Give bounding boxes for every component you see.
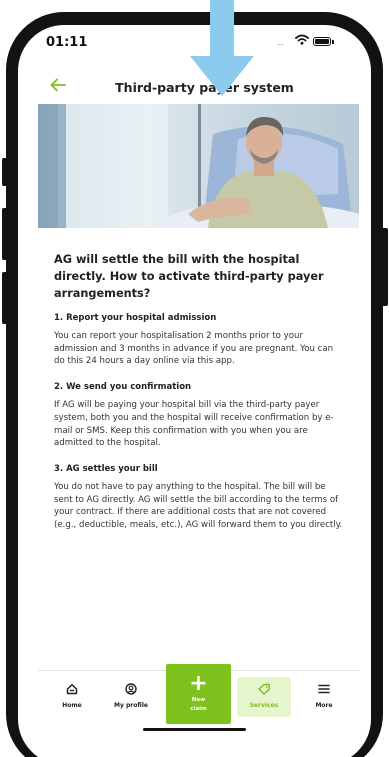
- nav-label-more: More: [315, 702, 333, 709]
- page: 01:11 .... Third-party payer system AG w…: [0, 0, 389, 757]
- step-2-body: If AG will be paying your hospital bill …: [54, 400, 334, 449]
- tag-icon: [237, 680, 291, 698]
- nav-item-services[interactable]: Services: [237, 677, 291, 717]
- step-2-heading: 2. We send you confirmation: [54, 382, 192, 393]
- home-indicator: [143, 728, 246, 731]
- step-3-body: You do not have to pay anything to the h…: [54, 481, 343, 531]
- nav-item-my-profile[interactable]: My profile: [103, 680, 159, 709]
- arrow-left-icon[interactable]: [50, 78, 66, 96]
- nav-label-home: Home: [62, 702, 82, 709]
- new-claim-label-line2: claim: [190, 706, 207, 712]
- menu-icon: [296, 680, 352, 698]
- status-time: 01:11: [46, 35, 88, 50]
- nav-label-my-profile: My profile: [114, 702, 148, 709]
- nav-item-home[interactable]: Home: [44, 680, 100, 709]
- new-claim-label-line1: New: [191, 697, 206, 703]
- step-1-heading: 1. Report your hospital admission: [54, 313, 217, 323]
- step-1-body: You can report your hospitalisation 2 mo…: [54, 331, 334, 367]
- nav-label-services: Services: [249, 702, 279, 709]
- nav-item-more[interactable]: More: [296, 680, 352, 709]
- arrow-down-icon: [190, 0, 254, 98]
- article-content: AG will settle the bill with the hospita…: [54, 251, 344, 545]
- wifi-icon: [295, 34, 309, 48]
- battery-tip: [332, 40, 334, 44]
- new-claim-button[interactable]: + New claim: [166, 664, 231, 724]
- lead-paragraph: AG will settle the bill with the hospita…: [54, 253, 324, 300]
- user-circle-icon: [103, 680, 159, 698]
- plus-icon: +: [189, 671, 208, 696]
- signal-icon: ....: [277, 38, 284, 47]
- hero-image: [38, 104, 359, 228]
- step-3-heading: 3. AG settles your bill: [54, 463, 158, 474]
- home-icon: [44, 680, 100, 698]
- battery-icon: [313, 37, 331, 46]
